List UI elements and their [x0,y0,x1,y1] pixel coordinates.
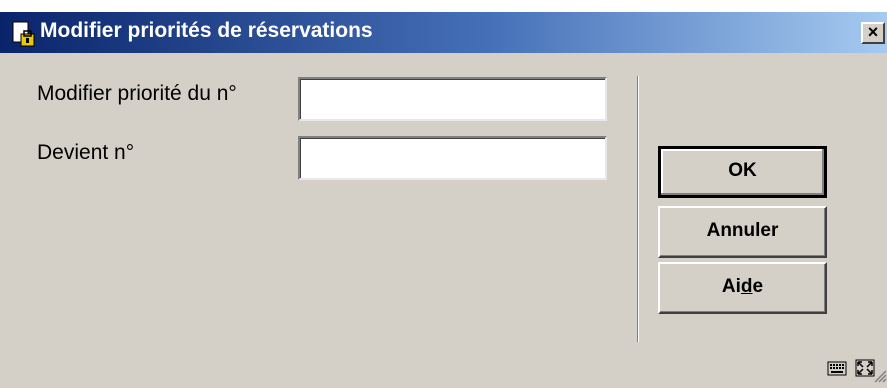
window-title: Modifier priorités de réservations [40,19,373,42]
maximize-icon[interactable] [855,359,875,377]
close-icon: × [867,22,879,42]
app-icon [12,21,36,47]
vertical-divider [637,76,639,342]
help-label-accesskey: d [740,276,753,297]
keyboard-icon[interactable] [827,359,847,377]
help-label-start: Ai [721,276,741,297]
new-number-input[interactable] [298,136,607,180]
help-label-end: e [752,276,764,297]
top-strip [0,0,887,12]
priority-number-input[interactable] [298,77,607,121]
resize-grip-icon[interactable] [873,369,887,383]
title-bar[interactable]: Modifier priorités de réservations × [0,12,887,53]
close-button[interactable]: × [861,22,885,44]
help-button[interactable]: Aide [658,262,827,314]
ok-button[interactable]: OK [658,146,827,198]
cancel-button[interactable]: Annuler [658,206,827,258]
priority-label: Modifier priorité du n° [37,82,237,105]
status-icons [823,359,875,377]
becomes-label: Devient n° [37,141,135,164]
